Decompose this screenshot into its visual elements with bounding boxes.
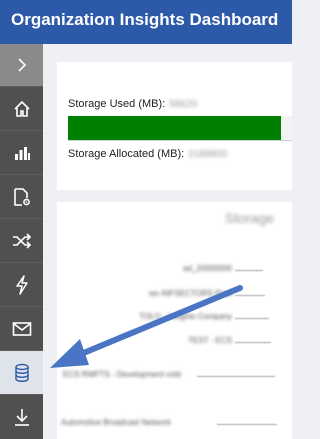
storage-usage-bar-fill: [68, 116, 281, 140]
chart-label: TEST - ECS: [188, 336, 232, 345]
sidebar-item-shuffle[interactable]: [0, 218, 43, 262]
storage-allocated-row: Storage Allocated (MB): 2188800: [68, 148, 227, 160]
chart-title: Storage: [225, 210, 275, 226]
sidebar-item-storage[interactable]: [0, 350, 43, 394]
storage-summary-card: Storage Used (MB): 58620 Storage Allocate…: [57, 62, 292, 190]
home-icon: [13, 100, 30, 117]
chart-label: wo INFSECTORS Prod: [149, 289, 232, 298]
lightning-icon: [15, 274, 28, 295]
leader-line: [235, 342, 271, 343]
leader-line: [197, 376, 275, 377]
chart-label: Automotive Broadcast Network: [61, 418, 171, 427]
chart-label: ad_20000000: [183, 264, 232, 273]
leader-line: [217, 424, 277, 425]
sidebar-item-email[interactable]: [0, 306, 43, 350]
storage-used-label: Storage Used (MB):: [68, 98, 166, 110]
donut-chart: [275, 302, 292, 439]
document-gear-icon: [13, 187, 30, 206]
database-icon: [14, 363, 29, 382]
storage-used-value: 58620: [169, 99, 198, 110]
chart-label: ECS RMPTS - Development vold: [63, 370, 181, 379]
download-icon: [14, 408, 29, 426]
sidebar: [0, 44, 43, 439]
envelope-icon: [12, 321, 31, 336]
sidebar-item-activity[interactable]: [0, 262, 43, 306]
sidebar-item-reports[interactable]: [0, 174, 43, 218]
app-header: Organization Insights Dashboard: [0, 0, 292, 44]
sidebar-expand-button[interactable]: [0, 44, 43, 86]
storage-allocated-label: Storage Allocated (MB):: [68, 148, 185, 160]
divider: [68, 140, 292, 141]
leader-line: [235, 318, 269, 319]
page-title: Organization Insights Dashboard: [11, 10, 279, 29]
sidebar-item-download[interactable]: [0, 394, 43, 438]
sidebar-item-analytics[interactable]: [0, 130, 43, 174]
storage-usage-bar: [68, 116, 292, 140]
bar-chart-icon: [14, 146, 30, 160]
shuffle-icon: [12, 232, 31, 249]
main-content: Storage Used (MB): 58620 Storage Allocate…: [43, 44, 292, 439]
sidebar-item-home[interactable]: [0, 86, 43, 130]
storage-allocated-value: 2188800: [188, 149, 228, 160]
chart-label: TOLO - Insights Company: [139, 312, 232, 321]
storage-chart-card: Storage ad_20000000 wo INFSECTORS Prod T…: [57, 202, 292, 439]
storage-used-row: Storage Used (MB): 58620: [68, 98, 197, 110]
leader-line: [235, 295, 265, 296]
leader-line: [235, 270, 263, 271]
chevron-right-icon: [17, 58, 26, 72]
